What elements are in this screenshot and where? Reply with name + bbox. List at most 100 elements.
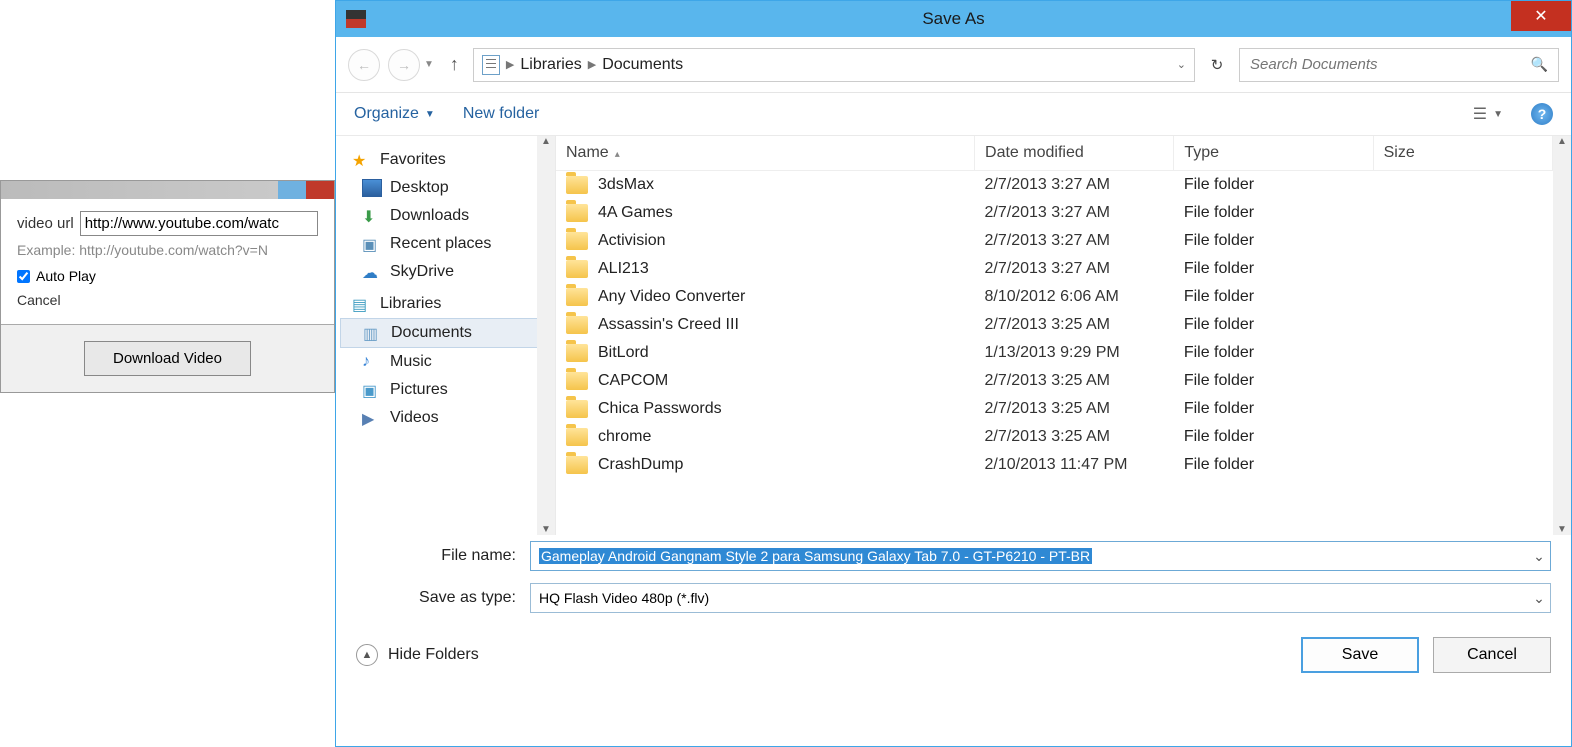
background-app-window: video url Example: http://youtube.com/wa…: [0, 180, 335, 393]
row-date: 1/13/2013 9:29 PM: [975, 339, 1174, 367]
breadcrumb-libraries[interactable]: Libraries: [520, 56, 581, 74]
chevron-right-icon: ▶: [588, 58, 596, 71]
breadcrumb-documents[interactable]: Documents: [602, 56, 683, 74]
tree-scrollbar[interactable]: ▲▼: [537, 136, 555, 535]
document-icon: [482, 55, 500, 75]
close-button[interactable]: ✕: [1511, 1, 1571, 31]
search-box[interactable]: 🔍: [1239, 48, 1559, 82]
file-name-dropdown-icon[interactable]: ⌄: [1528, 542, 1550, 570]
nav-bar: ← → ▼ ↑ ▶ Libraries ▶ Documents ⌄ ↻ 🔍: [336, 37, 1571, 93]
save-button[interactable]: Save: [1301, 637, 1419, 673]
row-size: [1373, 199, 1552, 227]
dialog-titlebar: Save As ✕: [336, 1, 1571, 37]
table-row[interactable]: 3dsMax2/7/2013 3:27 AMFile folder: [556, 171, 1553, 200]
file-name-field[interactable]: Gameplay Android Gangnam Style 2 para Sa…: [530, 541, 1551, 571]
tree-documents[interactable]: ▥Documents: [340, 318, 551, 348]
bg-cancel-link[interactable]: Cancel: [17, 292, 61, 308]
pictures-icon: ▣: [362, 381, 382, 399]
table-row[interactable]: chrome2/7/2013 3:25 AMFile folder: [556, 423, 1553, 451]
row-date: 8/10/2012 6:06 AM: [975, 283, 1174, 311]
tree-videos[interactable]: ▶Videos: [340, 404, 551, 432]
row-name: Chica Passwords: [598, 400, 722, 418]
row-type: File folder: [1174, 451, 1373, 479]
row-name: Any Video Converter: [598, 288, 745, 306]
video-url-input[interactable]: [80, 211, 318, 236]
row-date: 2/7/2013 3:27 AM: [975, 199, 1174, 227]
tree-music[interactable]: ♪Music: [340, 348, 551, 376]
table-row[interactable]: CAPCOM2/7/2013 3:25 AMFile folder: [556, 367, 1553, 395]
save-as-dialog: Save As ✕ ← → ▼ ↑ ▶ Libraries ▶ Document…: [335, 0, 1572, 747]
view-options-button[interactable]: ☰ ▼: [1473, 104, 1503, 124]
col-name[interactable]: Name▴: [556, 136, 975, 171]
row-type: File folder: [1174, 339, 1373, 367]
help-button[interactable]: ?: [1531, 103, 1553, 125]
table-row[interactable]: Assassin's Creed III2/7/2013 3:25 AMFile…: [556, 311, 1553, 339]
table-row[interactable]: CrashDump2/10/2013 11:47 PMFile folder: [556, 451, 1553, 479]
desktop-icon: [362, 179, 382, 197]
save-type-field[interactable]: HQ Flash Video 480p (*.flv) ⌄: [530, 583, 1551, 613]
tree-skydrive[interactable]: ☁SkyDrive: [340, 258, 551, 286]
recent-icon: ▣: [362, 235, 382, 253]
nav-forward-button[interactable]: →: [388, 49, 420, 81]
save-type-dropdown-icon[interactable]: ⌄: [1528, 584, 1550, 612]
libraries-icon: ▤: [352, 295, 372, 313]
nav-up-button[interactable]: ↑: [444, 54, 465, 75]
row-size: [1373, 451, 1552, 479]
table-row[interactable]: Any Video Converter8/10/2012 6:06 AMFile…: [556, 283, 1553, 311]
save-type-value: HQ Flash Video 480p (*.flv): [539, 590, 709, 606]
address-bar[interactable]: ▶ Libraries ▶ Documents ⌄: [473, 48, 1195, 82]
folder-icon: [566, 232, 588, 250]
nav-back-button[interactable]: ←: [348, 49, 380, 81]
new-folder-button[interactable]: New folder: [463, 105, 539, 123]
refresh-button[interactable]: ↻: [1203, 56, 1231, 74]
table-row[interactable]: BitLord1/13/2013 9:29 PMFile folder: [556, 339, 1553, 367]
col-type[interactable]: Type: [1174, 136, 1373, 171]
bg-tab-red: [306, 181, 334, 199]
address-dropdown-icon[interactable]: ⌄: [1177, 58, 1186, 71]
row-size: [1373, 227, 1552, 255]
folder-icon: [566, 288, 588, 306]
download-video-button[interactable]: Download Video: [84, 341, 251, 376]
video-url-label: video url: [17, 215, 74, 232]
col-size[interactable]: Size: [1373, 136, 1552, 171]
row-type: File folder: [1174, 199, 1373, 227]
chevron-up-icon: ▲: [356, 644, 378, 666]
chevron-down-icon: ▼: [1493, 109, 1503, 120]
nav-history-dropdown[interactable]: ▼: [424, 59, 434, 70]
folder-icon: [566, 428, 588, 446]
search-input[interactable]: [1250, 56, 1531, 73]
folder-icon: [566, 204, 588, 222]
dialog-footer: ▲ Hide Folders Save Cancel: [336, 619, 1571, 691]
tree-recent[interactable]: ▣Recent places: [340, 230, 551, 258]
table-row[interactable]: 4A Games 2/7/2013 3:27 AMFile folder: [556, 199, 1553, 227]
col-date[interactable]: Date modified: [975, 136, 1174, 171]
list-scrollbar[interactable]: ▲▼: [1553, 136, 1571, 535]
row-name: 4A Games: [598, 204, 673, 222]
row-name: 3dsMax: [598, 176, 654, 194]
autoplay-checkbox[interactable]: [17, 270, 30, 283]
tree-desktop[interactable]: Desktop: [340, 174, 551, 202]
tree-libraries[interactable]: ▤Libraries: [340, 290, 551, 318]
table-row[interactable]: ALI2132/7/2013 3:27 AMFile folder: [556, 255, 1553, 283]
hide-folders-button[interactable]: ▲ Hide Folders: [356, 644, 479, 666]
cancel-button[interactable]: Cancel: [1433, 637, 1551, 673]
bg-titlebar: [1, 181, 334, 199]
chevron-right-icon: ▶: [506, 58, 514, 71]
file-name-label: File name:: [356, 547, 516, 565]
tree-downloads[interactable]: ⬇Downloads: [340, 202, 551, 230]
organize-menu[interactable]: Organize ▼: [354, 105, 435, 123]
folder-icon: [566, 372, 588, 390]
row-type: File folder: [1174, 255, 1373, 283]
row-name: CAPCOM: [598, 372, 668, 390]
row-type: File folder: [1174, 367, 1373, 395]
table-row[interactable]: Activision2/7/2013 3:27 AMFile folder: [556, 227, 1553, 255]
tree-favorites[interactable]: ★Favorites: [340, 146, 551, 174]
row-name: Activision: [598, 232, 666, 250]
row-size: [1373, 423, 1552, 451]
tree-pictures[interactable]: ▣Pictures: [340, 376, 551, 404]
row-date: 2/7/2013 3:27 AM: [975, 255, 1174, 283]
row-date: 2/7/2013 3:25 AM: [975, 423, 1174, 451]
table-row[interactable]: Chica Passwords2/7/2013 3:25 AMFile fold…: [556, 395, 1553, 423]
file-list: Name▴ Date modified Type Size 3dsMax2/7/…: [556, 136, 1553, 479]
row-date: 2/7/2013 3:27 AM: [975, 227, 1174, 255]
